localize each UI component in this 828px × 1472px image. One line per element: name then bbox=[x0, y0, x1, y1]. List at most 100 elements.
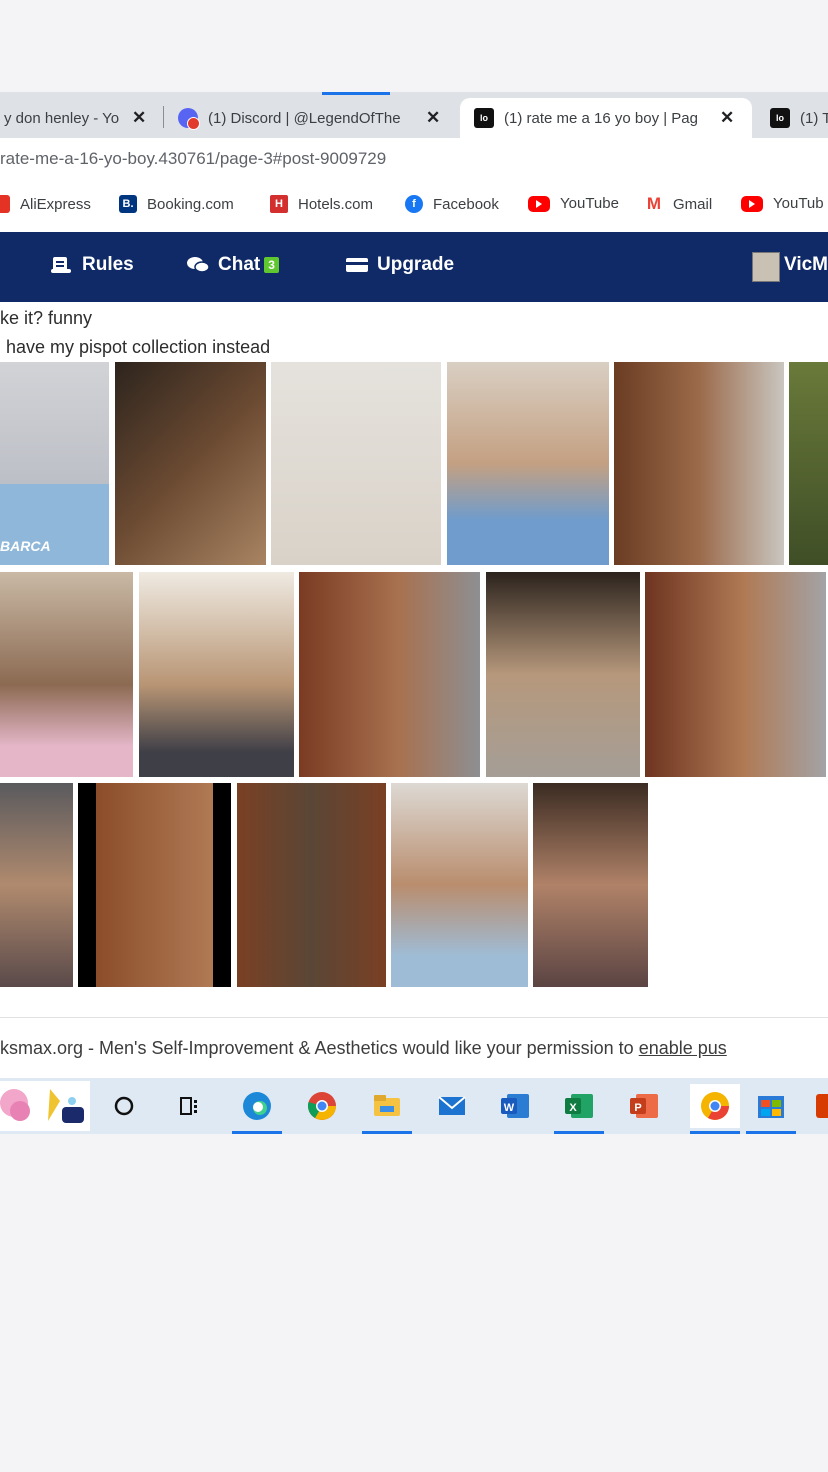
selfie-photo[interactable] bbox=[0, 783, 73, 987]
edge-icon[interactable] bbox=[232, 1090, 282, 1134]
post-text-line: ke it? funny bbox=[0, 308, 93, 328]
notification-permission-bar: ksmax.org - Men's Self-Improvement & Aes… bbox=[0, 1017, 828, 1060]
selfie-photo[interactable]: BARCA bbox=[0, 362, 109, 565]
tab-overflow[interactable]: lo (1) T bbox=[770, 98, 828, 138]
powerpoint-icon[interactable]: P bbox=[627, 1090, 661, 1122]
file-explorer-icon[interactable] bbox=[362, 1090, 412, 1134]
selfie-photo[interactable] bbox=[139, 572, 294, 777]
bookmark-hotels[interactable]: H Hotels.com bbox=[270, 195, 373, 213]
active-indicator bbox=[746, 1131, 796, 1134]
looksmax-favicon-icon: lo bbox=[474, 108, 494, 128]
selfie-photo[interactable] bbox=[271, 362, 441, 565]
youtube-icon bbox=[528, 195, 550, 212]
selfie-photo[interactable] bbox=[614, 362, 784, 565]
selfie-photo[interactable] bbox=[533, 783, 648, 987]
selfie-photo[interactable] bbox=[237, 783, 386, 987]
widget-icon[interactable] bbox=[0, 1081, 90, 1131]
task-view-icon[interactable] bbox=[172, 1090, 206, 1122]
enable-push-link[interactable]: enable pus bbox=[639, 1038, 727, 1058]
tab-title: (1) Discord | @LegendOfThe bbox=[208, 109, 401, 127]
notification-text: ksmax.org - Men's Self-Improvement & Aes… bbox=[0, 1038, 727, 1059]
excel-icon[interactable]: X bbox=[554, 1090, 604, 1134]
bookmarks-bar: AliExpress B. Booking.com H Hotels.com f… bbox=[0, 182, 828, 232]
bookmark-label: YouTube bbox=[560, 195, 619, 212]
bookmark-booking[interactable]: B. Booking.com bbox=[119, 195, 234, 213]
bookmark-label: AliExpress bbox=[20, 195, 91, 213]
selfie-photo[interactable] bbox=[789, 362, 828, 565]
selfie-photo[interactable] bbox=[486, 572, 640, 777]
selfie-photo[interactable] bbox=[391, 783, 528, 987]
notification-message: ksmax.org - Men's Self-Improvement & Aes… bbox=[0, 1038, 639, 1058]
tab-title: (1) rate me a 16 yo boy | Pag bbox=[504, 109, 698, 127]
cortana-icon[interactable] bbox=[107, 1090, 141, 1122]
looksmax-favicon-icon: lo bbox=[770, 108, 790, 128]
screenshot-frame: y don henley - Yo ✕ (1) Discord | @Legen… bbox=[0, 92, 828, 1134]
bookmark-youtube-2[interactable]: YouTub bbox=[741, 195, 824, 212]
powerpoint-letter: P bbox=[634, 1102, 641, 1114]
bookmark-label: YouTub bbox=[773, 195, 824, 212]
scroll-icon bbox=[50, 255, 74, 275]
active-indicator bbox=[232, 1131, 282, 1134]
chat-count-badge: 3 bbox=[264, 257, 279, 273]
active-indicator bbox=[554, 1131, 604, 1134]
word-icon[interactable]: W bbox=[498, 1090, 532, 1122]
close-tab-icon[interactable]: ✕ bbox=[426, 108, 440, 128]
taskbar: W X P bbox=[0, 1078, 828, 1134]
tab-discord[interactable]: (1) Discord | @LegendOfThe ✕ bbox=[178, 98, 450, 138]
active-indicator bbox=[362, 1131, 412, 1134]
chrome-icon[interactable] bbox=[305, 1090, 339, 1122]
discord-icon bbox=[178, 108, 200, 130]
close-tab-icon[interactable]: ✕ bbox=[720, 108, 734, 128]
bookmark-label: Facebook bbox=[433, 195, 499, 213]
site-navigation: Rules Chat 3 Upgrade VicM bbox=[0, 232, 828, 302]
close-tab-icon[interactable]: ✕ bbox=[132, 108, 146, 128]
gmail-icon: M bbox=[646, 194, 662, 213]
chrome-canary-icon[interactable] bbox=[690, 1084, 740, 1134]
selfie-photo[interactable] bbox=[78, 783, 231, 987]
post-content: ke it? funny have my pispot collection i… bbox=[0, 302, 828, 1052]
bookmark-youtube[interactable]: YouTube bbox=[528, 195, 619, 212]
excel-letter: X bbox=[569, 1102, 577, 1114]
booking-icon: B. bbox=[119, 195, 137, 213]
bookmark-label: Hotels.com bbox=[298, 195, 374, 213]
nav-label: Chat bbox=[218, 254, 261, 275]
selfie-photo[interactable] bbox=[115, 362, 266, 565]
active-indicator bbox=[690, 1131, 740, 1134]
nav-chat[interactable]: Chat 3 bbox=[186, 254, 279, 276]
tab-don-henley[interactable]: y don henley - Yo ✕ bbox=[0, 98, 164, 138]
hotels-icon: H bbox=[270, 195, 288, 213]
tab-title: y don henley - Yo bbox=[4, 109, 120, 127]
selfie-photo[interactable] bbox=[299, 572, 480, 777]
bookmark-facebook[interactable]: f Facebook bbox=[405, 195, 499, 213]
tab-strip: y don henley - Yo ✕ (1) Discord | @Legen… bbox=[0, 92, 828, 138]
tab-separator bbox=[163, 106, 164, 128]
nav-rules[interactable]: Rules bbox=[50, 254, 134, 276]
mail-icon[interactable] bbox=[435, 1090, 469, 1122]
bookmark-aliexpress[interactable]: AliExpress bbox=[0, 195, 91, 213]
username[interactable]: VicM bbox=[784, 254, 828, 276]
avatar[interactable] bbox=[752, 252, 780, 282]
selfie-photo[interactable] bbox=[447, 362, 609, 565]
store-icon[interactable] bbox=[746, 1090, 796, 1134]
tab-loading-bar bbox=[322, 92, 390, 95]
tab-title: (1) T bbox=[800, 109, 828, 127]
credit-card-icon bbox=[345, 255, 369, 275]
bookmark-label: Booking.com bbox=[147, 195, 234, 213]
nav-upgrade[interactable]: Upgrade bbox=[345, 254, 454, 276]
selfie-photo[interactable] bbox=[645, 572, 826, 777]
facebook-icon: f bbox=[405, 195, 423, 213]
bookmark-gmail[interactable]: M Gmail bbox=[645, 194, 713, 213]
address-bar[interactable]: rate-me-a-16-yo-boy.430761/page-3#post-9… bbox=[0, 138, 828, 182]
tab-rate-me[interactable]: lo (1) rate me a 16 yo boy | Pag ✕ bbox=[460, 98, 752, 138]
aliexpress-icon bbox=[0, 195, 10, 213]
word-letter: W bbox=[504, 1102, 515, 1114]
nav-label: Upgrade bbox=[377, 254, 455, 275]
nav-label: Rules bbox=[82, 254, 134, 275]
office-icon[interactable] bbox=[812, 1090, 828, 1122]
chat-bubbles-icon bbox=[186, 255, 210, 275]
url-text[interactable]: rate-me-a-16-yo-boy.430761/page-3#post-9… bbox=[0, 149, 386, 169]
bookmark-label: Gmail bbox=[673, 195, 713, 213]
youtube-icon bbox=[741, 195, 763, 212]
shirt-text: BARCA bbox=[0, 538, 51, 554]
selfie-photo[interactable] bbox=[0, 572, 133, 777]
